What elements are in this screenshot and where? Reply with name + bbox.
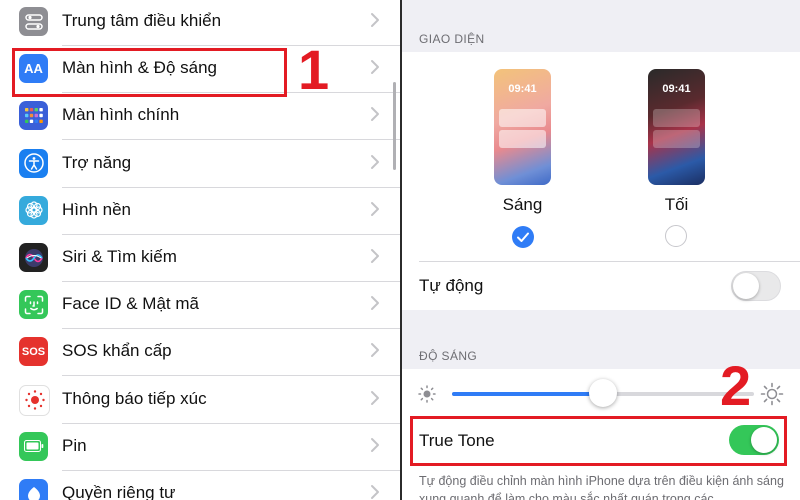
light-preview-time: 09:41 [508, 83, 537, 95]
settings-row-label: Hình nền [62, 199, 131, 219]
settings-row-emergency-sos[interactable]: SOS SOS khẩn cấp [0, 329, 400, 377]
dark-mode-preview[interactable]: 09:41 [648, 69, 705, 185]
settings-list-panel: Trung tâm điều khiển AA Màn hình & Độ sáng… [0, 0, 400, 500]
light-mode-label: Sáng [502, 195, 543, 214]
settings-row-battery[interactable]: Pin [0, 424, 400, 471]
settings-row-label: SOS khẩn cấp [62, 341, 172, 361]
toggle-knob [733, 273, 759, 299]
auto-toggle[interactable] [731, 271, 781, 301]
chevron-right-icon [370, 201, 380, 217]
brightness-slider[interactable] [452, 379, 754, 407]
settings-row-wallpaper[interactable]: Hình nền [0, 188, 400, 235]
chevron-right-icon [370, 106, 380, 122]
scroll-indicator[interactable] [393, 82, 396, 170]
sun-large-icon [760, 382, 784, 406]
settings-row-control-center[interactable]: Trung tâm điều khiển [0, 0, 400, 46]
slider-thumb[interactable] [589, 379, 617, 407]
settings-row-accessibility[interactable]: Trợ năng [0, 141, 400, 188]
settings-row-home-screen[interactable]: Màn hình chính [0, 93, 400, 141]
settings-row-label: Thông báo tiếp xúc [62, 388, 207, 408]
wallpaper-icon [19, 195, 48, 225]
sun-small-icon [418, 385, 436, 403]
settings-row-label: Trợ năng [62, 152, 132, 172]
settings-row-label: Pin [62, 435, 87, 455]
exposure-notification-icon [19, 384, 50, 416]
appearance-header: GIAO DIỆN [419, 32, 485, 46]
chevron-right-icon [370, 342, 380, 358]
chevron-right-icon [370, 248, 380, 264]
widget-bar [653, 109, 700, 127]
widget-bar [499, 109, 546, 127]
settings-row-siri-search[interactable]: Siri & Tìm kiếm [0, 235, 400, 282]
appearance-card: 09:41 Sáng 09:41 Tối Tự động [402, 52, 800, 310]
step-number-1: 1 [298, 38, 330, 101]
face-id-icon [19, 290, 48, 320]
auto-label: Tự động [419, 276, 484, 295]
highlight-box-true-tone [410, 416, 787, 466]
dark-mode-label: Tối [664, 195, 689, 214]
chevron-right-icon [370, 390, 380, 406]
widget-bar [653, 130, 700, 148]
widget-bar [499, 130, 546, 148]
settings-row-label: Quyền riêng tư [62, 483, 176, 500]
settings-row-label: Trung tâm điều khiển [62, 11, 222, 30]
light-mode-preview[interactable]: 09:41 [494, 69, 551, 185]
settings-row-label: Siri & Tìm kiếm [62, 247, 177, 266]
divider [419, 261, 800, 262]
battery-icon [19, 431, 48, 461]
chevron-right-icon [370, 59, 380, 75]
dark-preview-time: 09:41 [662, 83, 691, 95]
chevron-right-icon [370, 154, 380, 170]
slider-fill [452, 392, 603, 396]
settings-row-exposure-notifications[interactable]: Thông báo tiếp xúc [0, 377, 400, 424]
chevron-right-icon [370, 484, 380, 500]
chevron-right-icon [370, 437, 380, 453]
settings-row-face-id-passcode[interactable]: Face ID & Mật mã [0, 282, 400, 330]
dark-mode-radio-icon[interactable] [665, 225, 687, 247]
privacy-icon [19, 479, 48, 500]
settings-row-privacy[interactable]: Quyền riêng tư [0, 471, 400, 500]
control-center-icon [19, 7, 48, 36]
settings-row-label: Màn hình chính [62, 105, 180, 125]
chevron-right-icon [370, 295, 380, 311]
siri-icon [19, 243, 48, 272]
step-number-2: 2 [720, 354, 752, 417]
highlight-box-display [12, 48, 287, 97]
chevron-right-icon [370, 12, 380, 28]
settings-row-label: Face ID & Mật mã [62, 294, 199, 314]
display-brightness-panel: GIAO DIỆN 09:41 Sáng 09:41 Tối Tự động Đ… [402, 0, 800, 500]
brightness-header: ĐỘ SÁNG [419, 349, 478, 363]
icon-glyph: SOS [21, 345, 46, 358]
accessibility-icon [19, 148, 48, 178]
light-mode-check-icon[interactable] [512, 226, 534, 248]
true-tone-footer: Tự động điều chỉnh màn hình iPhone dựa t… [419, 474, 784, 500]
home-screen-icon [19, 101, 48, 131]
sos-icon: SOS [19, 337, 48, 367]
